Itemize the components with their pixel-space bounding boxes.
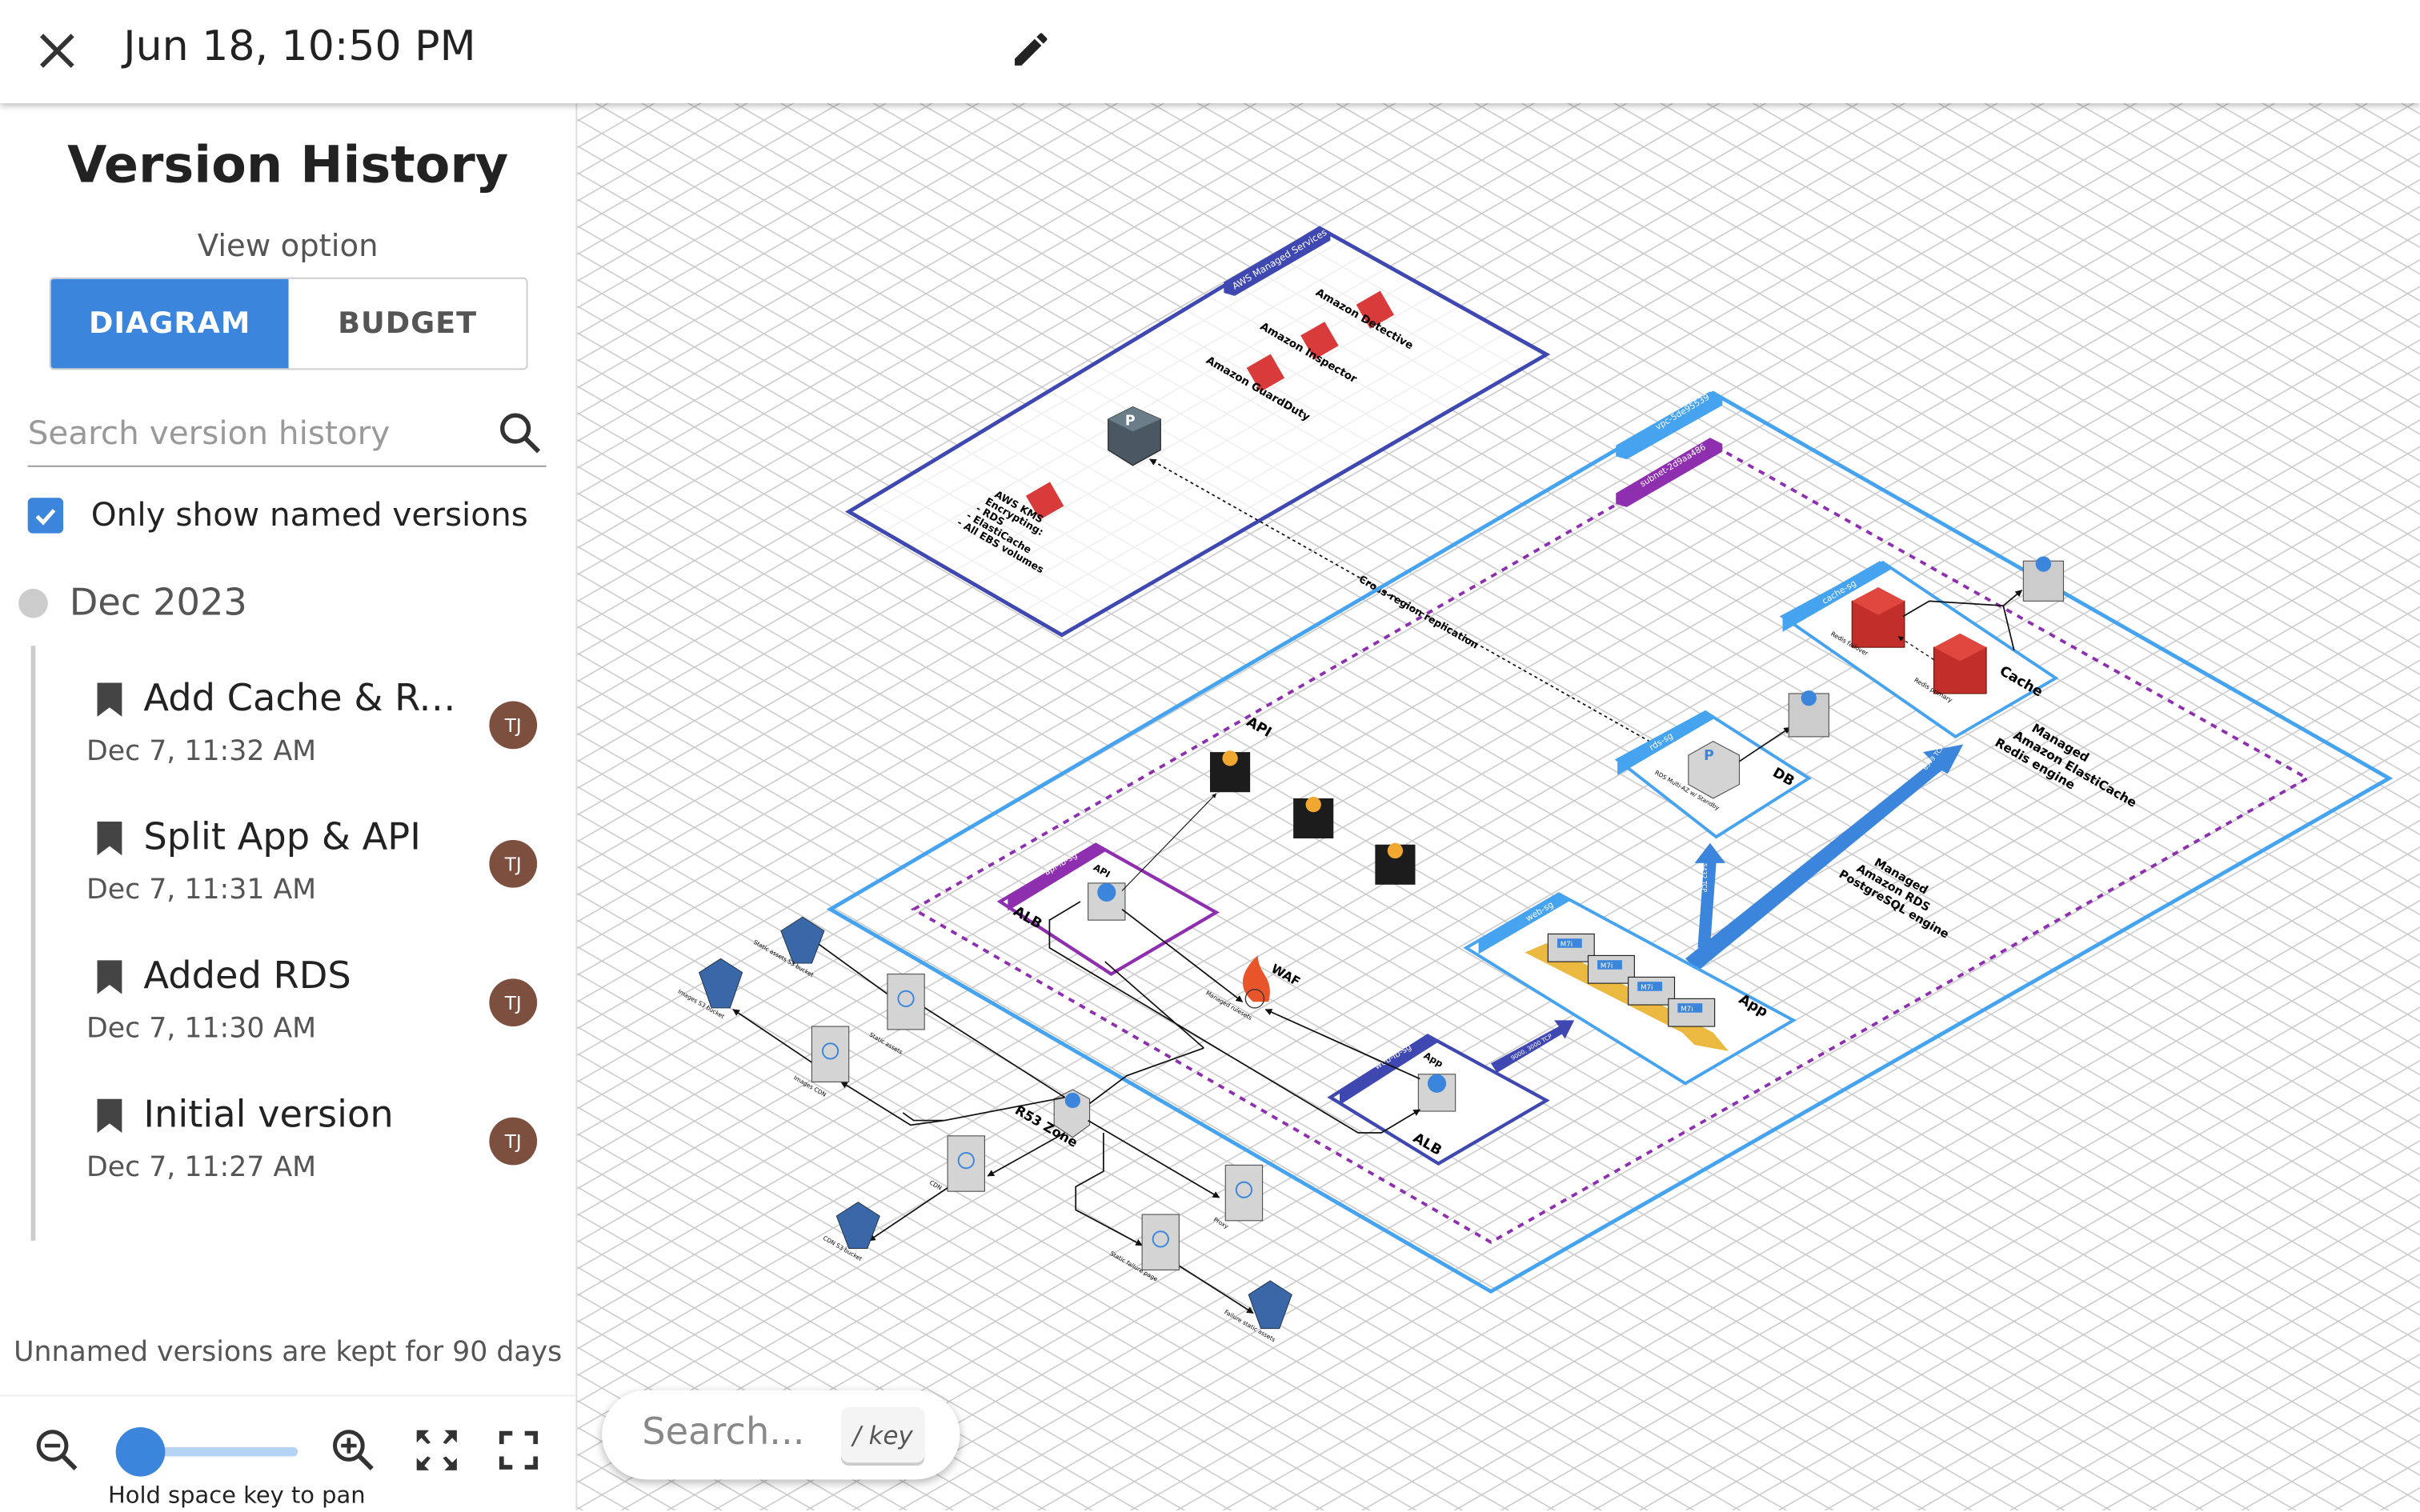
diagram-shape: [1064, 1092, 1080, 1109]
cloudfront-icon: [1224, 1164, 1264, 1222]
version-history-panel: Version History View option DIAGRAM BUDG…: [0, 103, 578, 1511]
month-label: Dec 2023: [69, 581, 247, 625]
view-option-label: View option: [197, 226, 379, 264]
rds-replica-storage-icon: [1788, 690, 1829, 738]
only-named-checkbox[interactable]: Only show named versions: [27, 496, 528, 534]
diagram-shape: [1222, 750, 1238, 766]
diagram-label: P: [1125, 414, 1136, 430]
canvas-search-input[interactable]: [639, 1408, 846, 1455]
zoom-out-icon[interactable]: [34, 1427, 80, 1474]
ec2-instance-icon: M7i: [1668, 998, 1716, 1027]
version-item[interactable]: Add Cache & Re... Dec 7, 11:32 AM TJ: [86, 670, 550, 778]
version-item[interactable]: Initial version Dec 7, 11:27 AM TJ: [86, 1086, 550, 1194]
zoom-slider[interactable]: [115, 1426, 298, 1477]
alb-icon: [1088, 882, 1126, 921]
diagram-label: 5432 TCP: [1701, 863, 1708, 893]
top-bar: Jun 18, 10:50 PM: [0, 0, 2420, 104]
avatar: TJ: [489, 978, 538, 1027]
timeline-dot: [18, 587, 48, 618]
diagram-shape: [887, 973, 925, 1030]
version-title: Jun 18, 10:50 PM: [123, 22, 476, 71]
diagram-shape: [1427, 1074, 1447, 1093]
pan-hint: Hold space key to pan: [107, 1481, 366, 1510]
version-search: [27, 406, 547, 467]
panel-title: Version History: [67, 134, 509, 194]
zoom-slider-handle[interactable]: [115, 1426, 166, 1477]
isometric-grid: [577, 103, 2420, 1510]
diagram-option-button[interactable]: DIAGRAM: [50, 278, 289, 369]
diagram-label: M7i: [1641, 984, 1653, 992]
diagram-shape: [1305, 797, 1321, 813]
version-name: Added RDS: [143, 954, 351, 998]
cloudfront-icon: [811, 1026, 850, 1082]
avatar: TJ: [489, 1117, 538, 1166]
version-item[interactable]: Added RDS Dec 7, 11:30 AM TJ: [86, 948, 550, 1056]
diagram-shape: [2035, 556, 2052, 572]
diagram-label: M7i: [1681, 1006, 1693, 1014]
bookmark-icon: [97, 1098, 122, 1133]
version-date: Dec 7, 11:27 AM: [86, 1151, 317, 1184]
lambda-icon: [1375, 842, 1416, 885]
alb-icon: [1417, 1074, 1456, 1112]
version-date: Dec 7, 11:32 AM: [86, 734, 317, 768]
ec2-instance-icon: M7i: [1547, 933, 1595, 962]
diagram-shape: [947, 1135, 986, 1192]
only-named-label: Only show named versions: [90, 496, 528, 534]
retention-note: Unnamed versions are kept for 90 days: [14, 1336, 563, 1369]
checkbox-checked-icon[interactable]: [27, 497, 64, 533]
lambda-icon: [1293, 797, 1334, 839]
zoom-in-icon[interactable]: [331, 1427, 377, 1474]
cloudfront-icon: [887, 973, 925, 1030]
version-search-input[interactable]: [27, 406, 475, 460]
lambda-icon: [1209, 750, 1251, 793]
diagram-shape: [1801, 690, 1817, 706]
diagram-shape: [811, 1026, 850, 1082]
diagram-label: M7i: [1601, 962, 1613, 970]
ec2-instance-icon: M7i: [1628, 976, 1676, 1006]
canvas-search: / key: [602, 1390, 960, 1480]
view-option-toggle: DIAGRAM BUDGET: [49, 277, 528, 370]
version-name: Initial version: [143, 1092, 394, 1136]
version-date: Dec 7, 11:31 AM: [86, 874, 317, 906]
cloudfront-icon: [947, 1135, 986, 1192]
bookmark-icon: [97, 821, 122, 856]
zoom-controls: Hold space key to pan: [0, 1394, 576, 1511]
search-icon[interactable]: [497, 410, 543, 456]
version-name: Split App & API: [143, 815, 421, 859]
avatar: TJ: [489, 701, 538, 750]
pencil-icon[interactable]: [1009, 28, 1052, 71]
fit-to-screen-icon[interactable]: [414, 1427, 460, 1474]
version-date: Dec 7, 11:30 AM: [86, 1012, 317, 1046]
cloudfront-icon: [1141, 1214, 1180, 1271]
version-name: Add Cache & Re...: [143, 676, 468, 720]
diagram-shape: [1141, 1214, 1180, 1271]
avatar: TJ: [489, 839, 538, 888]
diagram-shape: [1224, 1164, 1264, 1222]
budget-option-button[interactable]: BUDGET: [288, 278, 527, 369]
shortcut-hint: / key: [841, 1406, 925, 1463]
fullscreen-icon[interactable]: [499, 1430, 539, 1470]
diagram-label: P: [1704, 748, 1714, 764]
cache-replica-icon: [2022, 556, 2065, 602]
diagram-shape: [1097, 882, 1116, 902]
close-icon[interactable]: [34, 28, 80, 74]
bookmark-icon: [97, 960, 122, 994]
diagram-shape: [1387, 842, 1404, 859]
diagram-label: M7i: [1561, 941, 1573, 949]
bookmark-icon: [97, 682, 122, 717]
timeline-line: [30, 646, 36, 1241]
month-group: Dec 2023: [18, 581, 247, 624]
diagram-canvas[interactable]: AWS Managed Services Amazon Detective Am…: [577, 103, 2420, 1510]
ec2-instance-icon: M7i: [1587, 954, 1635, 984]
version-item[interactable]: Split App & API Dec 7, 11:31 AM TJ: [86, 809, 550, 917]
